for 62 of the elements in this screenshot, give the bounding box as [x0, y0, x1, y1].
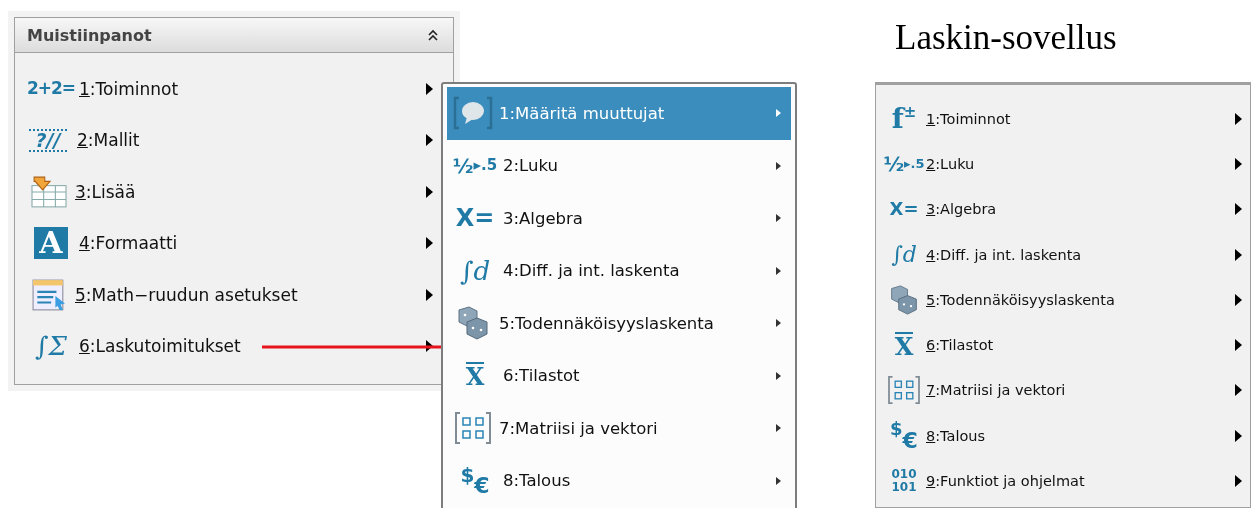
submenu-arrow-icon [426, 340, 433, 353]
submenu-arrow-icon [1235, 203, 1242, 216]
menu-item[interactable]: 2:Mallit [77, 130, 140, 151]
calculation-icon: 2+2= [29, 80, 73, 98]
speech-bubble-icon [453, 96, 493, 131]
submenu-arrow-icon [776, 109, 781, 118]
menu-item[interactable]: X 6:Tilastot [876, 322, 1250, 368]
matrix-icon [886, 375, 922, 406]
integral-icon: ∫d [453, 257, 497, 284]
menu-item[interactable]: ∫d 4:Diff. ja int. laskenta [876, 231, 1250, 278]
submenu-arrow-icon [776, 476, 781, 485]
menu-item[interactable]: X= 3:Algebra [876, 186, 1250, 232]
integral-icon: ∫d [886, 243, 922, 266]
currency-icon: $€ [886, 419, 922, 452]
menu-item[interactable]: 6:Laskutoimitukset [79, 336, 241, 357]
menu-item[interactable]: ½▸.5 2:Luku [447, 139, 791, 192]
submenu-arrow-icon [1235, 475, 1242, 487]
submenu-arrow-icon [426, 134, 433, 147]
submenu-arrow-icon [776, 319, 781, 328]
menu-item[interactable]: $€ 8:Talous [447, 454, 791, 507]
fraction-icon: ½▸.5 [453, 155, 497, 176]
matrix-icon [453, 411, 493, 446]
menu-item[interactable]: 7:Matriisi ja vektori [876, 367, 1250, 414]
menu-item[interactable]: $€ 8:Talous [876, 413, 1250, 459]
submenu-arrow-icon [426, 185, 433, 198]
collapse-icon[interactable] [427, 29, 439, 41]
panel-title: Muistiinpanot [27, 25, 152, 45]
menu-item[interactable]: f± 1:Toiminnot [876, 96, 1250, 142]
submenu-arrow-icon [1235, 112, 1242, 125]
submenu-arrow-icon [776, 424, 781, 433]
equation-icon: X= [453, 206, 497, 231]
menu-item[interactable]: 5:Todennäköisyyslaskenta [876, 277, 1250, 323]
submenu-arrow-icon [1235, 248, 1242, 261]
submenu-arrow-icon [426, 82, 433, 95]
menu-item[interactable]: ∫d 4:Diff. ja int. laskenta [447, 244, 791, 297]
submenu-arrow-icon [426, 237, 433, 250]
menu-item[interactable]: X 6:Tilastot [447, 349, 791, 402]
menu-item[interactable]: 1:Toiminnot [79, 78, 179, 99]
menu-item[interactable]: 3:Lisää [75, 181, 136, 202]
menu-item[interactable]: 7:Matriisi ja vektori [447, 402, 791, 455]
submenu-arrow-icon [776, 214, 781, 223]
binary-icon: 010 101 [886, 468, 922, 494]
equation-icon: X= [886, 200, 922, 219]
submenu-arrow-icon [776, 266, 781, 275]
submenu-arrow-icon [1235, 157, 1242, 170]
submenu-arrow-icon [1235, 339, 1242, 352]
menu-item[interactable]: 1:Määritä muuttujat [447, 87, 791, 140]
submenu-arrow-icon [426, 288, 433, 301]
currency-icon: $€ [453, 464, 497, 497]
table-icon [29, 174, 69, 209]
integral-sum-icon: ∫Σ [29, 333, 73, 360]
caption: Laskin-sovellus [895, 18, 1118, 59]
submenu-arrow-icon [1235, 293, 1242, 306]
submenu-arrow-icon [776, 161, 781, 170]
submenu-arrow-icon [1235, 429, 1242, 442]
submenu-arrow-icon [776, 371, 781, 380]
menu-item[interactable]: X= 3:Algebra [447, 192, 791, 245]
submenu-arrow-icon [1235, 384, 1242, 397]
menu-item[interactable]: 5:Todennäköisyyslaskenta [447, 297, 791, 350]
menu-item[interactable]: 4:Formaatti [79, 233, 178, 254]
function-icon: f± [886, 104, 922, 133]
menu-item[interactable]: 5:Math−ruudun asetukset [75, 284, 298, 305]
